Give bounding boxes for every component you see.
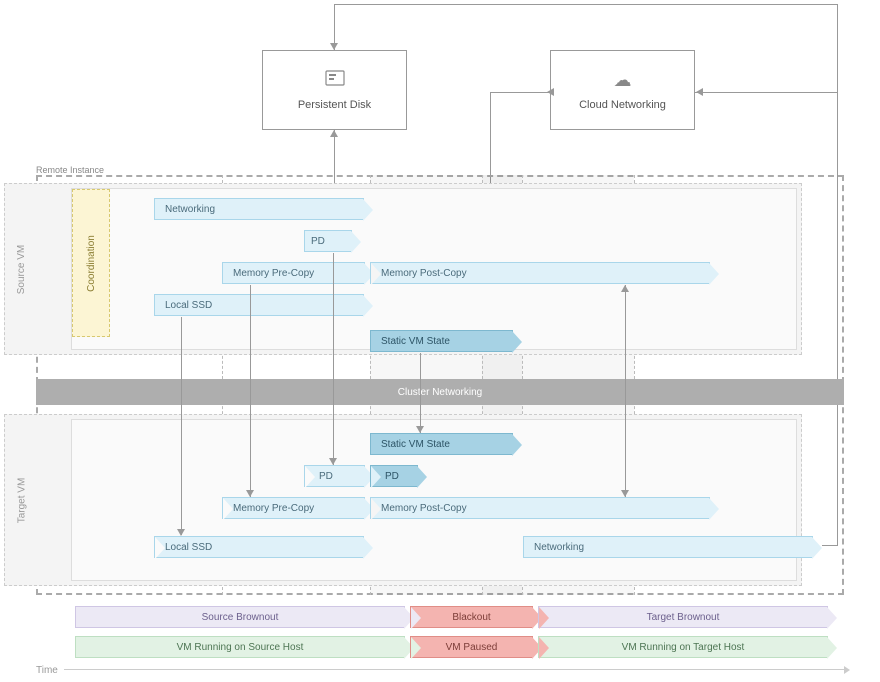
band-memory-precopy-target: Memory Pre-Copy bbox=[222, 497, 365, 519]
arrowhead-left bbox=[696, 88, 703, 96]
cluster-networking-strip: Cluster Networking bbox=[36, 379, 844, 405]
target-vm-label: Target VM bbox=[15, 415, 29, 585]
phase-target-brownout: Target Brownout bbox=[538, 606, 828, 628]
coordination-box: Coordination bbox=[72, 189, 110, 337]
arrowhead-left bbox=[547, 88, 554, 96]
band-pd-target-pre: PD bbox=[304, 465, 365, 487]
connector-line bbox=[490, 92, 550, 93]
remote-instance-label: Remote Instance bbox=[36, 165, 104, 175]
band-memory-postcopy-source: Memory Post-Copy bbox=[370, 262, 710, 284]
band-memory-precopy-source: Memory Pre-Copy bbox=[222, 262, 365, 284]
arrowhead-down bbox=[329, 458, 337, 465]
arrowhead-up bbox=[621, 285, 629, 292]
connector-line bbox=[420, 353, 421, 433]
source-vm-label: Source VM bbox=[15, 184, 29, 354]
connector-line bbox=[250, 285, 251, 497]
phase-source-brownout: Source Brownout bbox=[75, 606, 405, 628]
band-pd-source: PD bbox=[304, 230, 352, 252]
connector-line bbox=[181, 317, 182, 535]
disk-icon bbox=[325, 70, 345, 91]
band-static-vm-state-source: Static VM State bbox=[370, 330, 513, 352]
persistent-disk-box: Persistent Disk bbox=[262, 50, 407, 130]
phase-vm-paused: VM Paused bbox=[410, 636, 533, 658]
connector-line bbox=[334, 4, 838, 5]
arrowhead-down bbox=[246, 490, 254, 497]
phase-vm-running-target: VM Running on Target Host bbox=[538, 636, 828, 658]
phase-vm-running-source: VM Running on Source Host bbox=[75, 636, 405, 658]
arrowhead-down bbox=[330, 43, 338, 50]
connector-line bbox=[333, 253, 334, 465]
arrowhead-down bbox=[177, 529, 185, 536]
cloud-icon: ☁ bbox=[614, 70, 632, 91]
band-networking-source: Networking bbox=[154, 198, 364, 220]
arrowhead-up bbox=[330, 130, 338, 137]
time-axis bbox=[64, 669, 844, 670]
cloud-networking-label: Cloud Networking bbox=[579, 99, 666, 111]
cloud-networking-box: ☁ Cloud Networking bbox=[550, 50, 695, 130]
band-memory-postcopy-target: Memory Post-Copy bbox=[370, 497, 710, 519]
band-networking-target: Networking bbox=[523, 536, 813, 558]
time-axis-label: Time bbox=[36, 665, 58, 676]
arrowhead-down bbox=[416, 426, 424, 433]
persistent-disk-label: Persistent Disk bbox=[298, 99, 371, 111]
connector-line bbox=[625, 285, 626, 497]
band-pd-target-post: PD bbox=[370, 465, 418, 487]
connector-line bbox=[694, 92, 838, 93]
band-static-vm-state-target: Static VM State bbox=[370, 433, 513, 455]
phase-blackout: Blackout bbox=[410, 606, 533, 628]
band-local-ssd-target: Local SSD bbox=[154, 536, 364, 558]
arrowhead-down bbox=[621, 490, 629, 497]
